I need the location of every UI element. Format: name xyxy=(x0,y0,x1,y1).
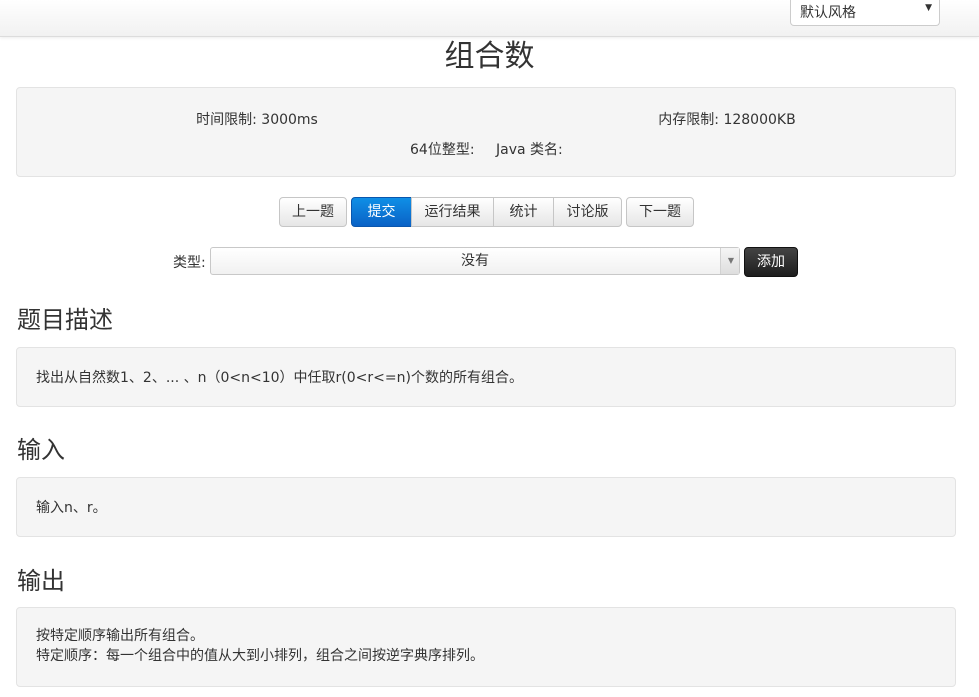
output-text-line: 特定顺序：每一个组合中的值从大到小排列，组合之间按逆字典序排列。 xyxy=(36,648,484,664)
output-panel: 按特定顺序输出所有组合。 特定顺序：每一个组合中的值从大到小排列，组合之间按逆字… xyxy=(16,607,956,687)
submit-button[interactable]: 提交 xyxy=(351,197,412,227)
type-select-toggle[interactable]: ▼ xyxy=(720,248,739,274)
type-label: 类型: xyxy=(173,255,206,271)
stats-button[interactable]: 统计 xyxy=(493,197,554,227)
description-heading: 题目描述 xyxy=(17,306,113,334)
java-class-label: Java 类名: xyxy=(496,142,563,158)
description-panel: 找出从自然数1、2、... 、n（0<n<10）中任取r(0<r<=n)个数的所… xyxy=(16,347,956,407)
type-select[interactable]: 没有 ▼ xyxy=(210,247,740,275)
discuss-button[interactable]: 讨论版 xyxy=(553,197,622,227)
output-heading: 输出 xyxy=(17,567,65,595)
type-select-value: 没有 xyxy=(461,253,489,269)
output-text-line: 按特定顺序输出所有组合。 xyxy=(36,628,204,644)
top-bar: 默认风格 ▼ xyxy=(0,0,979,37)
input-heading: 输入 xyxy=(17,436,65,464)
results-button[interactable]: 运行结果 xyxy=(411,197,494,227)
chevron-down-icon: ▼ xyxy=(727,256,734,265)
chevron-down-icon: ▼ xyxy=(925,3,932,13)
add-type-button[interactable]: 添加 xyxy=(744,247,798,277)
input-panel: 输入n、r。 xyxy=(16,477,956,537)
description-text: 找出从自然数1、2、... 、n（0<n<10）中任取r(0<r<=n)个数的所… xyxy=(36,370,523,386)
memory-limit: 内存限制: 128000KB xyxy=(658,112,796,128)
time-limit: 时间限制: 3000ms xyxy=(196,112,318,128)
input-text: 输入n、r。 xyxy=(36,500,107,516)
style-select-value: 默认风格 xyxy=(800,5,856,21)
limits-panel: 时间限制: 3000ms 内存限制: 128000KB 64位整型: Java … xyxy=(16,87,956,177)
page-title: 组合数 xyxy=(444,39,535,74)
prev-problem-button[interactable]: 上一题 xyxy=(279,197,347,227)
int64-label: 64位整型: xyxy=(410,142,475,158)
next-problem-button[interactable]: 下一题 xyxy=(626,197,694,227)
style-select[interactable]: 默认风格 ▼ xyxy=(790,0,940,26)
